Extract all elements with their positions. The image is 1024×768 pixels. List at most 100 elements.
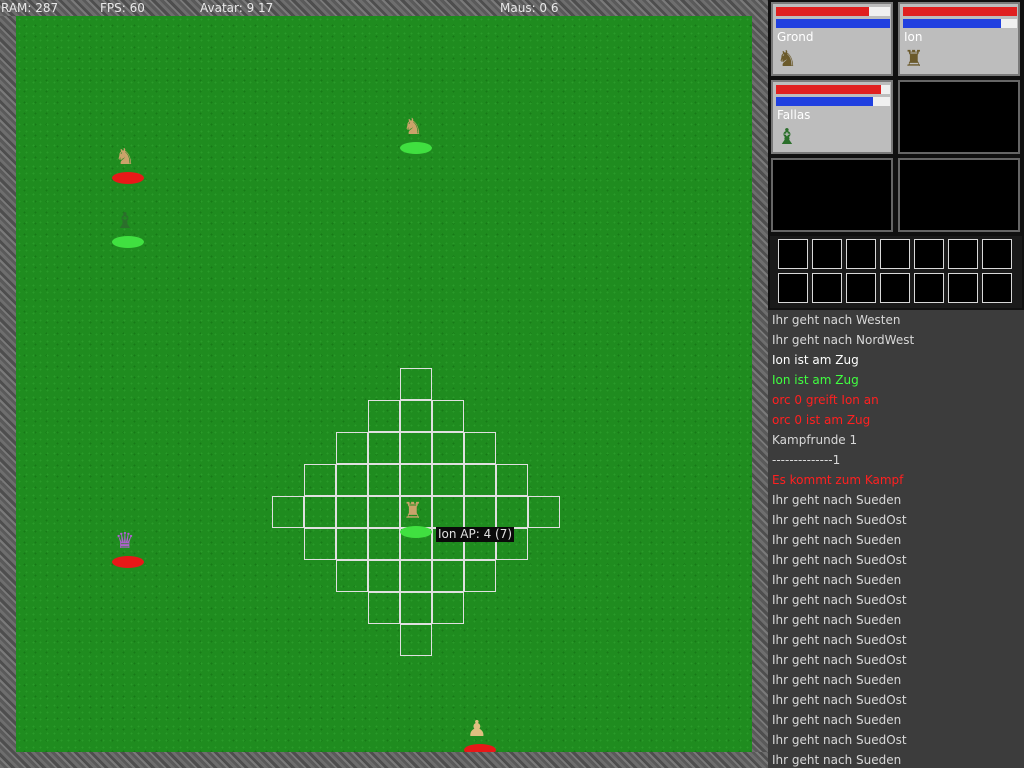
ram-readout: RAM: 287 — [1, 1, 59, 15]
move-grid-cell[interactable] — [432, 560, 464, 592]
log-line: Ihr geht nach SuedOst — [772, 513, 907, 527]
move-grid-cell[interactable] — [368, 496, 400, 528]
enemy-base-marker — [112, 556, 144, 568]
party-portrait-fallas[interactable]: Fallas ♝ — [771, 80, 893, 154]
log-line: Ihr geht nach Sueden — [772, 713, 902, 727]
move-grid-cell[interactable] — [368, 432, 400, 464]
move-grid-cell[interactable] — [400, 624, 432, 656]
move-grid-cell[interactable] — [400, 432, 432, 464]
move-grid-cell[interactable] — [400, 560, 432, 592]
move-grid-cell[interactable] — [336, 432, 368, 464]
move-grid-cell[interactable] — [496, 496, 528, 528]
log-line: Ihr geht nach Westen — [772, 313, 901, 327]
log-line: Ion ist am Zug — [772, 373, 859, 387]
log-line: Ihr geht nach SuedOst — [772, 653, 907, 667]
move-grid-cell[interactable] — [304, 464, 336, 496]
log-line: Kampfrunde 1 — [772, 433, 858, 447]
party-member-name: Grond — [777, 30, 814, 44]
move-grid-cell[interactable] — [432, 592, 464, 624]
move-grid-cell[interactable] — [368, 400, 400, 432]
move-grid-cell[interactable] — [336, 464, 368, 496]
party-slot-empty[interactable] — [771, 158, 893, 232]
unit-orc-top-left[interactable]: ♞ — [112, 144, 144, 184]
move-grid-cell[interactable] — [400, 464, 432, 496]
move-grid-cell[interactable] — [400, 592, 432, 624]
inventory-slot[interactable] — [880, 273, 910, 303]
unit-grond[interactable]: ♞ — [400, 114, 432, 154]
move-grid-cell[interactable] — [464, 496, 496, 528]
log-line: Ihr geht nach NordWest — [772, 333, 915, 347]
inventory-slot[interactable] — [846, 239, 876, 269]
move-grid-cell[interactable] — [272, 496, 304, 528]
unit-sorcerer[interactable]: ♛ — [112, 528, 144, 568]
unit-action-points-tooltip: Ion AP: 4 (7) — [436, 527, 515, 542]
move-grid-cell[interactable] — [336, 528, 368, 560]
move-grid-cell[interactable] — [432, 432, 464, 464]
unit-fallas[interactable]: ♝ — [112, 208, 144, 248]
ally-base-marker — [400, 526, 432, 538]
move-grid-cell[interactable] — [400, 400, 432, 432]
ally-base-marker — [112, 236, 144, 248]
inventory-slot[interactable] — [914, 239, 944, 269]
move-grid-cell[interactable] — [400, 368, 432, 400]
inventory-slot[interactable] — [982, 273, 1012, 303]
message-log[interactable]: Ihr geht nach Westen Ihr geht nach NordWe… — [768, 310, 1024, 768]
sorcerer-icon: ♛ — [115, 529, 135, 554]
log-line: --------------1 — [772, 453, 841, 467]
inventory-slot[interactable] — [812, 239, 842, 269]
mouse-position-readout: Maus: 0 6 — [500, 1, 559, 15]
inventory-slot[interactable] — [846, 273, 876, 303]
mana-bar — [776, 19, 890, 28]
log-line: Ihr geht nach SuedOst — [772, 553, 907, 567]
unit-enemy-bottom[interactable]: ♟ — [464, 716, 496, 752]
enemy-base-marker — [464, 744, 496, 752]
move-grid-cell[interactable] — [528, 496, 560, 528]
unit-ion[interactable]: ♜ — [400, 498, 432, 538]
move-grid-cell[interactable] — [336, 560, 368, 592]
move-grid-cell[interactable] — [432, 496, 464, 528]
move-grid-cell[interactable] — [368, 464, 400, 496]
log-line: Ihr geht nach Sueden — [772, 613, 902, 627]
inventory-slot[interactable] — [778, 273, 808, 303]
enemy-base-marker — [112, 172, 144, 184]
inventory-slot[interactable] — [880, 239, 910, 269]
mage-icon: ♝ — [777, 125, 797, 150]
inventory-slot[interactable] — [948, 273, 978, 303]
inventory-slot[interactable] — [812, 273, 842, 303]
inventory-slot[interactable] — [914, 273, 944, 303]
frame-left — [0, 16, 16, 768]
health-bar — [776, 7, 890, 16]
warrior-icon: ♞ — [777, 47, 797, 72]
health-bar — [903, 7, 1017, 16]
move-grid-cell[interactable] — [464, 560, 496, 592]
move-grid-cell[interactable] — [368, 528, 400, 560]
move-grid-cell[interactable] — [368, 560, 400, 592]
inventory-slot[interactable] — [948, 239, 978, 269]
log-line: Ihr geht nach SuedOst — [772, 693, 907, 707]
party-slot-empty[interactable] — [898, 158, 1020, 232]
inventory-slot[interactable] — [982, 239, 1012, 269]
move-grid-cell[interactable] — [304, 496, 336, 528]
party-portrait-grond[interactable]: Grond ♞ — [771, 2, 893, 76]
move-grid-cell[interactable] — [464, 432, 496, 464]
frame-bottom — [0, 752, 768, 768]
move-grid-cell[interactable] — [432, 464, 464, 496]
party-member-name: Fallas — [777, 108, 811, 122]
move-grid-cell[interactable] — [368, 592, 400, 624]
battlefield[interactable]: ♞ ♞ ♝ ♜ ♛ ♟ — [16, 16, 752, 752]
fps-readout: FPS: 60 — [100, 1, 145, 15]
health-bar — [776, 85, 890, 94]
party-member-name: Ion — [904, 30, 923, 44]
move-grid-cell[interactable] — [336, 496, 368, 528]
move-grid-cell[interactable] — [496, 464, 528, 496]
party-portrait-ion[interactable]: Ion ♜ — [898, 2, 1020, 76]
log-line: Ihr geht nach Sueden — [772, 493, 902, 507]
log-line: Ihr geht nach SuedOst — [772, 733, 907, 747]
move-grid-cell[interactable] — [432, 400, 464, 432]
move-grid-cell[interactable] — [464, 464, 496, 496]
frame-right — [752, 16, 768, 768]
party-slot-empty[interactable] — [898, 80, 1020, 154]
inventory-slot[interactable] — [778, 239, 808, 269]
move-grid-cell[interactable] — [304, 528, 336, 560]
log-line: Ihr geht nach Sueden — [772, 673, 902, 687]
